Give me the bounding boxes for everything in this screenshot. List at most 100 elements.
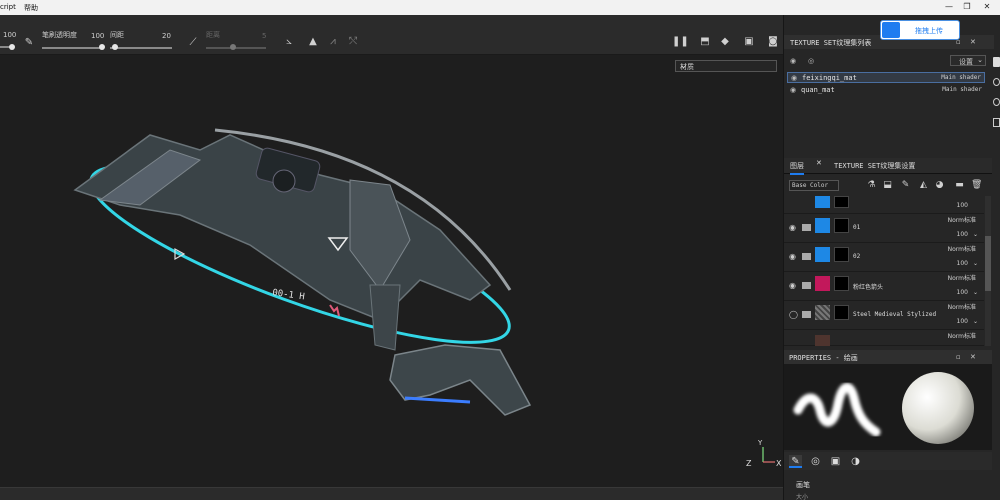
preview-eye-icon[interactable]: ◎ [808, 57, 814, 65]
upload-label: 拖拽上传 [915, 27, 943, 35]
restore-icon[interactable]: ❐ [958, 0, 976, 15]
upload-button[interactable]: 拖拽上传 [880, 20, 960, 40]
settings-dropdown[interactable]: 设置 ⌄ [950, 55, 986, 66]
visibility-toggle-icon[interactable]: ◉ [790, 57, 796, 65]
eye-icon[interactable]: ◉ [789, 281, 796, 290]
shader-row[interactable]: ◉ quan_mat Main shader [787, 85, 985, 96]
chevron-down-icon: ⌄ [977, 56, 983, 64]
layer-opacity[interactable]: 100 [957, 260, 968, 267]
undock-icon[interactable]: ▫ [956, 353, 961, 361]
mirror-x-icon[interactable]: ⩘ [326, 35, 340, 49]
eye-icon[interactable]: ◉ [789, 223, 796, 232]
layers-scrollbar[interactable] [985, 196, 991, 346]
size-slider-knob[interactable] [9, 44, 15, 50]
pause-icon[interactable]: ❚❚ [672, 35, 689, 49]
symmetry-icon[interactable]: ⦣ [282, 35, 296, 49]
eye-icon[interactable]: ◉ [790, 86, 796, 94]
screenshot-camera-icon[interactable]: ◙ [766, 35, 780, 49]
layer-row[interactable]: Norm标准 [784, 330, 984, 346]
layer-opacity: 100 [956, 202, 968, 209]
chevron-down-icon[interactable]: ⌄ [973, 289, 978, 296]
3d-viewport[interactable]: 00-1 H Z X Y [0, 55, 783, 487]
layer-name: 01 [853, 224, 861, 231]
brush-icon[interactable]: ✎ [22, 36, 36, 50]
axis-y-label: Y [757, 439, 763, 447]
tab-close-icon[interactable]: ✕ [816, 159, 822, 167]
layer-row[interactable]: ◉ 粉红色箭头 Norm标准 100 ⌄ [784, 272, 984, 301]
menu-help[interactable]: 帮助 [24, 3, 38, 13]
scope-lens [272, 169, 296, 193]
brush-section-label: 画笔 [796, 481, 810, 489]
lazy-mouse-icon[interactable]: ⟋ [186, 36, 200, 50]
channel-dropdown[interactable]: Base Color [789, 180, 839, 191]
layer-thumbnail [815, 218, 830, 233]
chevron-down-icon[interactable]: ⌄ [973, 260, 978, 267]
chevron-down-icon[interactable]: ⌄ [973, 231, 978, 238]
opacity-slider[interactable] [42, 47, 104, 49]
mirror-y-icon[interactable]: ⤲ [346, 35, 360, 49]
chevron-down-icon[interactable]: ⌄ [973, 318, 978, 325]
layer-blend-mode[interactable]: Norm标准 [948, 302, 976, 311]
camera-view-icon[interactable]: ⬒ [698, 35, 712, 49]
display-icon[interactable]: ▣ [742, 35, 756, 49]
smart-material-icon[interactable]: ◕ [934, 180, 945, 191]
cube-icon[interactable]: ◆ [718, 35, 732, 49]
stencil-tab-icon[interactable]: ▣ [829, 455, 842, 468]
layer-opacity[interactable]: 100 [957, 289, 968, 296]
spacing-value: 20 [162, 32, 171, 40]
spacing-slider[interactable] [110, 47, 172, 49]
layer-blend-mode[interactable]: Norm标准 [948, 331, 976, 340]
layer-name: Steel Medieval Stylized [853, 311, 937, 318]
eye-icon[interactable]: ◉ [789, 252, 796, 261]
side-camera-icon[interactable] [993, 57, 1000, 67]
layer-thumbnail [815, 335, 830, 346]
delete-layer-icon[interactable]: 🗑 [971, 180, 982, 191]
layer-row[interactable]: ◉ 01 Norm标准 100 ⌄ [784, 214, 984, 243]
layer-opacity[interactable]: 100 [957, 231, 968, 238]
layer-blend-mode[interactable]: Norm标准 [948, 273, 976, 282]
alpha-tab-icon[interactable]: ◎ [809, 455, 822, 468]
folder-icon [802, 311, 811, 318]
layer-thumbnail [815, 305, 830, 320]
menu-script[interactable]: cript [0, 3, 16, 11]
panel-close-icon[interactable]: ✕ [970, 38, 976, 46]
eye-icon[interactable]: ◉ [791, 74, 797, 82]
layer-name: 02 [853, 253, 861, 260]
side-info-icon[interactable] [993, 98, 1000, 106]
scrollbar-thumb[interactable] [985, 236, 991, 291]
layer-blend-mode[interactable]: Norm标准 [948, 244, 976, 253]
brush-tab-icon[interactable]: ✎ [789, 455, 802, 468]
shader-row[interactable]: ◉ feixingqi_mat Main shader [787, 72, 985, 83]
spacing-slider-knob[interactable] [112, 44, 118, 50]
tab-layers[interactable]: 图层 [790, 161, 804, 175]
add-folder-icon[interactable]: ▬ [954, 180, 965, 191]
viewport-canvas: 00-1 H Z X Y [73, 128, 782, 468]
fill-layer-icon[interactable]: ◭ [918, 180, 929, 191]
close-icon[interactable]: ✕ [978, 0, 996, 15]
distance-slider[interactable] [206, 47, 266, 49]
layer-opacity[interactable]: 100 [957, 318, 968, 325]
add-mask-icon[interactable]: ⬓ [882, 180, 893, 191]
side-document-icon[interactable] [993, 118, 1000, 127]
layer-toolbar: Base Color ⚗ ⬓ ✎ ◭ ◕ ▬ 🗑 [784, 176, 992, 194]
layer-blend-mode[interactable]: Norm标准 [948, 215, 976, 224]
panel-close-icon[interactable]: ✕ [970, 353, 976, 361]
minimize-icon[interactable]: — [940, 0, 958, 15]
layer-row[interactable]: 100 [784, 196, 984, 214]
properties-tabs: ✎ ◎ ▣ ◑ [784, 452, 992, 470]
layer-mask [834, 196, 849, 208]
tab-texture-set-settings[interactable]: TEXTURE SET纹理集设置 [834, 161, 915, 171]
add-effect-icon[interactable]: ⚗ [866, 180, 877, 191]
layer-mask [834, 276, 849, 291]
layer-row[interactable]: ◯ Steel Medieval Stylized Norm标准 100 ⌄ [784, 301, 984, 330]
side-material-icon[interactable] [993, 78, 1000, 86]
opacity-slider-knob[interactable] [99, 44, 105, 50]
eye-closed-icon[interactable]: ◯ [789, 310, 798, 319]
layer-row[interactable]: ◉ 02 Norm标准 100 ⌄ [784, 243, 984, 272]
material-dropdown[interactable]: 材质 ⌄ [675, 60, 777, 72]
distance-slider-knob[interactable] [230, 44, 236, 50]
mirror-icon[interactable]: ▲ [306, 35, 320, 49]
paint-layer-icon[interactable]: ✎ [900, 180, 911, 191]
material-tab-icon[interactable]: ◑ [849, 455, 862, 468]
crossbow-stock [389, 344, 532, 416]
